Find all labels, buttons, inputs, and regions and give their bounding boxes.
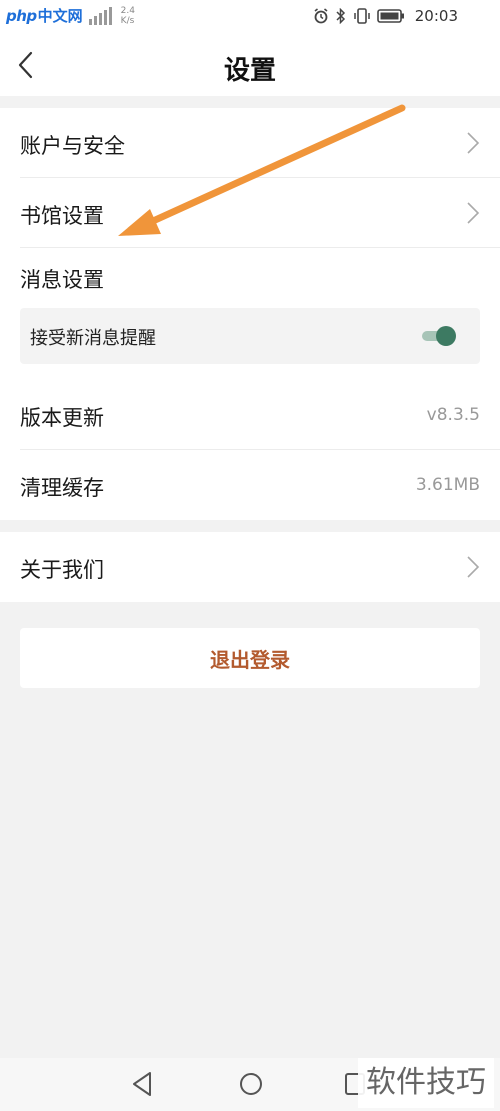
vibrate-icon: [354, 8, 370, 24]
net-speed-unit: K/s: [120, 15, 135, 26]
row-label-library-settings: 书馆设置: [20, 204, 104, 228]
status-bar-left: php 中文网 2.4 K/s: [6, 5, 135, 26]
battery-icon: [376, 9, 404, 23]
nav-home-icon[interactable]: [238, 1071, 264, 1097]
watermark-bottom: 软件技巧: [358, 1058, 494, 1108]
notification-toggle-switch[interactable]: [422, 326, 456, 346]
row-account-security[interactable]: 账户与安全: [0, 108, 500, 178]
notification-toggle-label: 接受新消息提醒: [30, 328, 156, 349]
row-message-settings: 消息设置: [0, 248, 500, 308]
row-library-settings[interactable]: 书馆设置: [0, 178, 500, 248]
watermark-site: 中文网: [37, 7, 83, 25]
watermark-logo: php: [6, 6, 37, 25]
chevron-right-icon: [467, 202, 480, 224]
settings-group-about: 关于我们: [0, 532, 500, 602]
signal-icon: [88, 6, 112, 25]
version-value: v8.3.5: [426, 405, 480, 425]
nav-header: 设置: [0, 36, 500, 96]
chevron-right-icon: [467, 556, 480, 578]
row-version-update[interactable]: 版本更新 v8.3.5: [0, 380, 500, 450]
status-time: 20:03: [414, 7, 458, 25]
row-label-message-settings: 消息设置: [20, 268, 104, 292]
status-bar: php 中文网 2.4 K/s 20:03: [0, 0, 500, 36]
page-title: 设置: [223, 56, 276, 86]
bluetooth-icon: [336, 8, 345, 24]
nav-back-icon[interactable]: [130, 1071, 154, 1097]
row-label-version-update: 版本更新: [20, 406, 104, 430]
row-label-about-us: 关于我们: [20, 558, 104, 582]
net-speed: 2.4 K/s: [121, 6, 135, 26]
status-bar-right: 20:03: [313, 7, 458, 25]
settings-group-main: 账户与安全 书馆设置 消息设置 接受新消息提醒 版本更新 v8.3.5 清理缓存…: [0, 108, 500, 520]
row-clear-cache[interactable]: 清理缓存 3.61MB: [0, 450, 500, 520]
row-label-clear-cache: 清理缓存: [20, 476, 104, 500]
row-about-us[interactable]: 关于我们: [0, 532, 500, 602]
toggle-knob: [436, 326, 456, 346]
cache-size-value: 3.61MB: [415, 475, 480, 495]
chevron-right-icon: [467, 132, 480, 154]
logout-button[interactable]: 退出登录: [20, 628, 480, 688]
alarm-icon: [314, 8, 328, 24]
notification-toggle-row[interactable]: 接受新消息提醒: [20, 308, 480, 364]
row-label-account-security: 账户与安全: [20, 134, 125, 158]
net-speed-value: 2.4: [120, 5, 135, 16]
